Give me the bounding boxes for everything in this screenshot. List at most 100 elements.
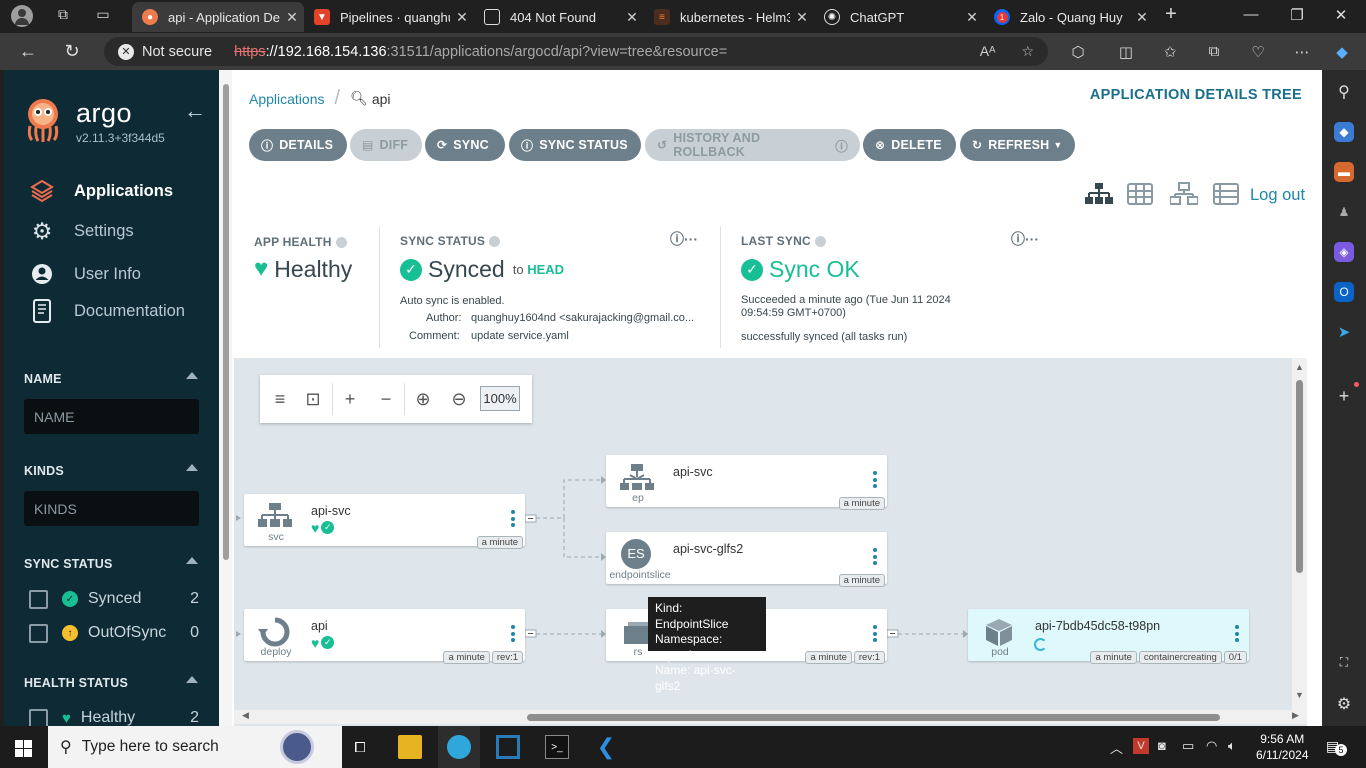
read-aloud-icon[interactable]: Aᴬ: [980, 43, 996, 59]
file-explorer-icon[interactable]: [398, 735, 422, 759]
task-view-icon[interactable]: ⧠: [348, 735, 372, 759]
filter-healthy[interactable]: ♥ Healthy 2: [29, 707, 199, 726]
scroll-up-icon[interactable]: ▲: [1295, 362, 1304, 372]
collapse-sidebar-icon[interactable]: ←: [184, 98, 206, 124]
close-icon[interactable]: ✕: [790, 9, 814, 26]
battery-icon[interactable]: ▭: [1182, 738, 1194, 754]
minimize-icon[interactable]: —: [1236, 6, 1266, 23]
refresh-button[interactable]: ↻ REFRESH ▼: [960, 129, 1075, 161]
diff-button[interactable]: ▤ DIFF: [350, 129, 422, 161]
kebab-menu-icon[interactable]: [873, 471, 877, 491]
scroll-down-icon[interactable]: ▼: [1295, 690, 1304, 700]
checkbox[interactable]: [29, 623, 48, 643]
new-tab-icon[interactable]: +: [1156, 3, 1186, 26]
back-icon[interactable]: ←: [16, 41, 40, 62]
list-view-icon[interactable]: [1213, 182, 1241, 208]
filter-synced[interactable]: ✓ Synced 2: [29, 588, 199, 610]
close-icon[interactable]: ✕: [1130, 9, 1154, 26]
show-hidden-icons[interactable]: ︿: [1110, 738, 1123, 757]
meet-icon[interactable]: ◙: [1158, 738, 1166, 753]
tab-argocd[interactable]: ● api - Application De ✕: [132, 2, 304, 32]
close-icon[interactable]: ✕: [960, 9, 984, 26]
profile-avatar[interactable]: [11, 5, 33, 27]
caret-up-icon[interactable]: [186, 676, 198, 683]
graph-horizontal-scrollbar[interactable]: ◀ ▶: [234, 710, 1307, 724]
network-view-icon[interactable]: [1169, 182, 1199, 208]
favorite-star-icon[interactable]: ☆: [1021, 43, 1034, 59]
search-icon[interactable]: 🔍︎: [350, 90, 368, 107]
help-icon[interactable]: [814, 235, 826, 247]
expand-icon[interactable]: +: [338, 387, 362, 411]
help-icon[interactable]: [335, 236, 347, 248]
nav-user-info[interactable]: User Info: [30, 260, 141, 288]
volume-icon[interactable]: 🔈︎: [1228, 738, 1236, 754]
tab-404[interactable]: 404 Not Found ✕: [474, 2, 644, 32]
notifications-icon[interactable]: ▤ 5: [1326, 738, 1347, 756]
checkbox[interactable]: [29, 589, 48, 609]
outlook-icon[interactable]: O: [1334, 282, 1354, 302]
node-svc[interactable]: svc api-svc ♥ ✓ a minute: [244, 494, 525, 549]
fit-screen-icon[interactable]: ⊡: [301, 387, 325, 411]
search-icon[interactable]: ⚲: [1334, 82, 1354, 102]
caret-up-icon[interactable]: [186, 464, 198, 471]
windows-start-icon[interactable]: [15, 740, 32, 757]
vscode-icon[interactable]: ❮: [594, 734, 618, 759]
zoom-out-icon[interactable]: ⊖: [447, 387, 471, 411]
node-ep[interactable]: ep api-svc a minute: [606, 455, 887, 510]
scroll-right-icon[interactable]: ▶: [1292, 710, 1299, 721]
delete-button[interactable]: ⊗ DELETE: [863, 129, 956, 161]
grid-view-icon[interactable]: [1127, 182, 1155, 208]
split-screen-icon[interactable]: ◫: [1114, 43, 1138, 61]
telegram-icon[interactable]: ➤: [1334, 322, 1354, 342]
sync-head-link[interactable]: HEAD: [527, 262, 564, 277]
taskbar-search[interactable]: ⚲ Type here to search: [48, 726, 342, 768]
align-left-icon[interactable]: ≡: [268, 387, 292, 411]
reload-icon[interactable]: ↻: [60, 41, 84, 62]
collections-icon[interactable]: ⧉: [1202, 43, 1226, 60]
more-info-icon[interactable]: ⓘ···: [1011, 229, 1039, 249]
nav-settings[interactable]: ⚙ Settings: [30, 217, 134, 245]
nav-documentation[interactable]: Documentation: [30, 297, 185, 325]
filter-outofsync[interactable]: ↑ OutOfSync 0: [29, 622, 199, 644]
zoom-in-icon[interactable]: ⊕: [411, 387, 435, 411]
sync-status-button[interactable]: ⓘ SYNC STATUS: [509, 129, 641, 161]
tag-icon[interactable]: ◆: [1334, 122, 1354, 142]
url-field[interactable]: ✕ Not secure https://192.168.154.136:315…: [104, 37, 1048, 66]
security-label[interactable]: Not secure: [142, 44, 212, 60]
url-text[interactable]: https://192.168.154.136:31511/applicatio…: [234, 44, 727, 60]
tab-gitlab[interactable]: ▼ Pipelines · quanghu ✕: [304, 2, 474, 32]
kebab-menu-icon[interactable]: [873, 625, 877, 645]
add-icon[interactable]: +: [1334, 386, 1354, 406]
more-menu-icon[interactable]: ⋯: [1290, 43, 1314, 61]
wifi-icon[interactable]: ◠: [1206, 738, 1217, 754]
close-icon[interactable]: ✕: [450, 9, 474, 26]
tools-icon[interactable]: ▬: [1334, 162, 1354, 182]
tree-view-icon[interactable]: [1085, 182, 1113, 208]
games-icon[interactable]: ♟: [1334, 202, 1354, 222]
close-window-icon[interactable]: ✕: [1326, 6, 1356, 24]
virtualbox-icon[interactable]: [496, 735, 520, 759]
nav-applications[interactable]: Applications: [30, 177, 173, 205]
tab-actions-icon[interactable]: ▭: [92, 6, 114, 26]
node-pod[interactable]: pod api-7bdb45dc58-t98pn a minute contain…: [968, 609, 1249, 664]
sync-button[interactable]: ⟳ SYNC: [425, 129, 505, 161]
breadcrumb-applications-link[interactable]: Applications: [249, 91, 325, 107]
node-deploy[interactable]: deploy api ♥ ✓ a minute rev:1: [244, 609, 525, 664]
tab-helm[interactable]: ≡ kubernetes - Helm3 ✕: [644, 2, 814, 32]
close-icon[interactable]: ✕: [620, 9, 644, 26]
kebab-menu-icon[interactable]: [511, 625, 515, 645]
restore-icon[interactable]: ❐: [1282, 6, 1312, 24]
graph-vertical-thumb[interactable]: [1296, 380, 1303, 573]
zoom-level[interactable]: 100%: [480, 386, 520, 411]
kinds-filter-input[interactable]: [24, 491, 199, 526]
help-icon[interactable]: [489, 235, 501, 247]
collapse-icon[interactable]: −: [374, 387, 398, 411]
page-scrollbar[interactable]: [219, 70, 232, 726]
graph-vertical-scrollbar[interactable]: ▲ ▼: [1292, 358, 1307, 710]
details-button[interactable]: ⓘ DETAILS: [249, 129, 347, 161]
kebab-menu-icon[interactable]: [873, 548, 877, 568]
history-rollback-button[interactable]: ↺ HISTORY AND ROLLBACK ⓘ: [645, 129, 860, 161]
checkbox[interactable]: [29, 708, 48, 726]
workspaces-icon[interactable]: ⧉: [52, 6, 74, 26]
tab-zalo[interactable]: 1 Zalo - Quang Huy ✕: [984, 2, 1154, 32]
